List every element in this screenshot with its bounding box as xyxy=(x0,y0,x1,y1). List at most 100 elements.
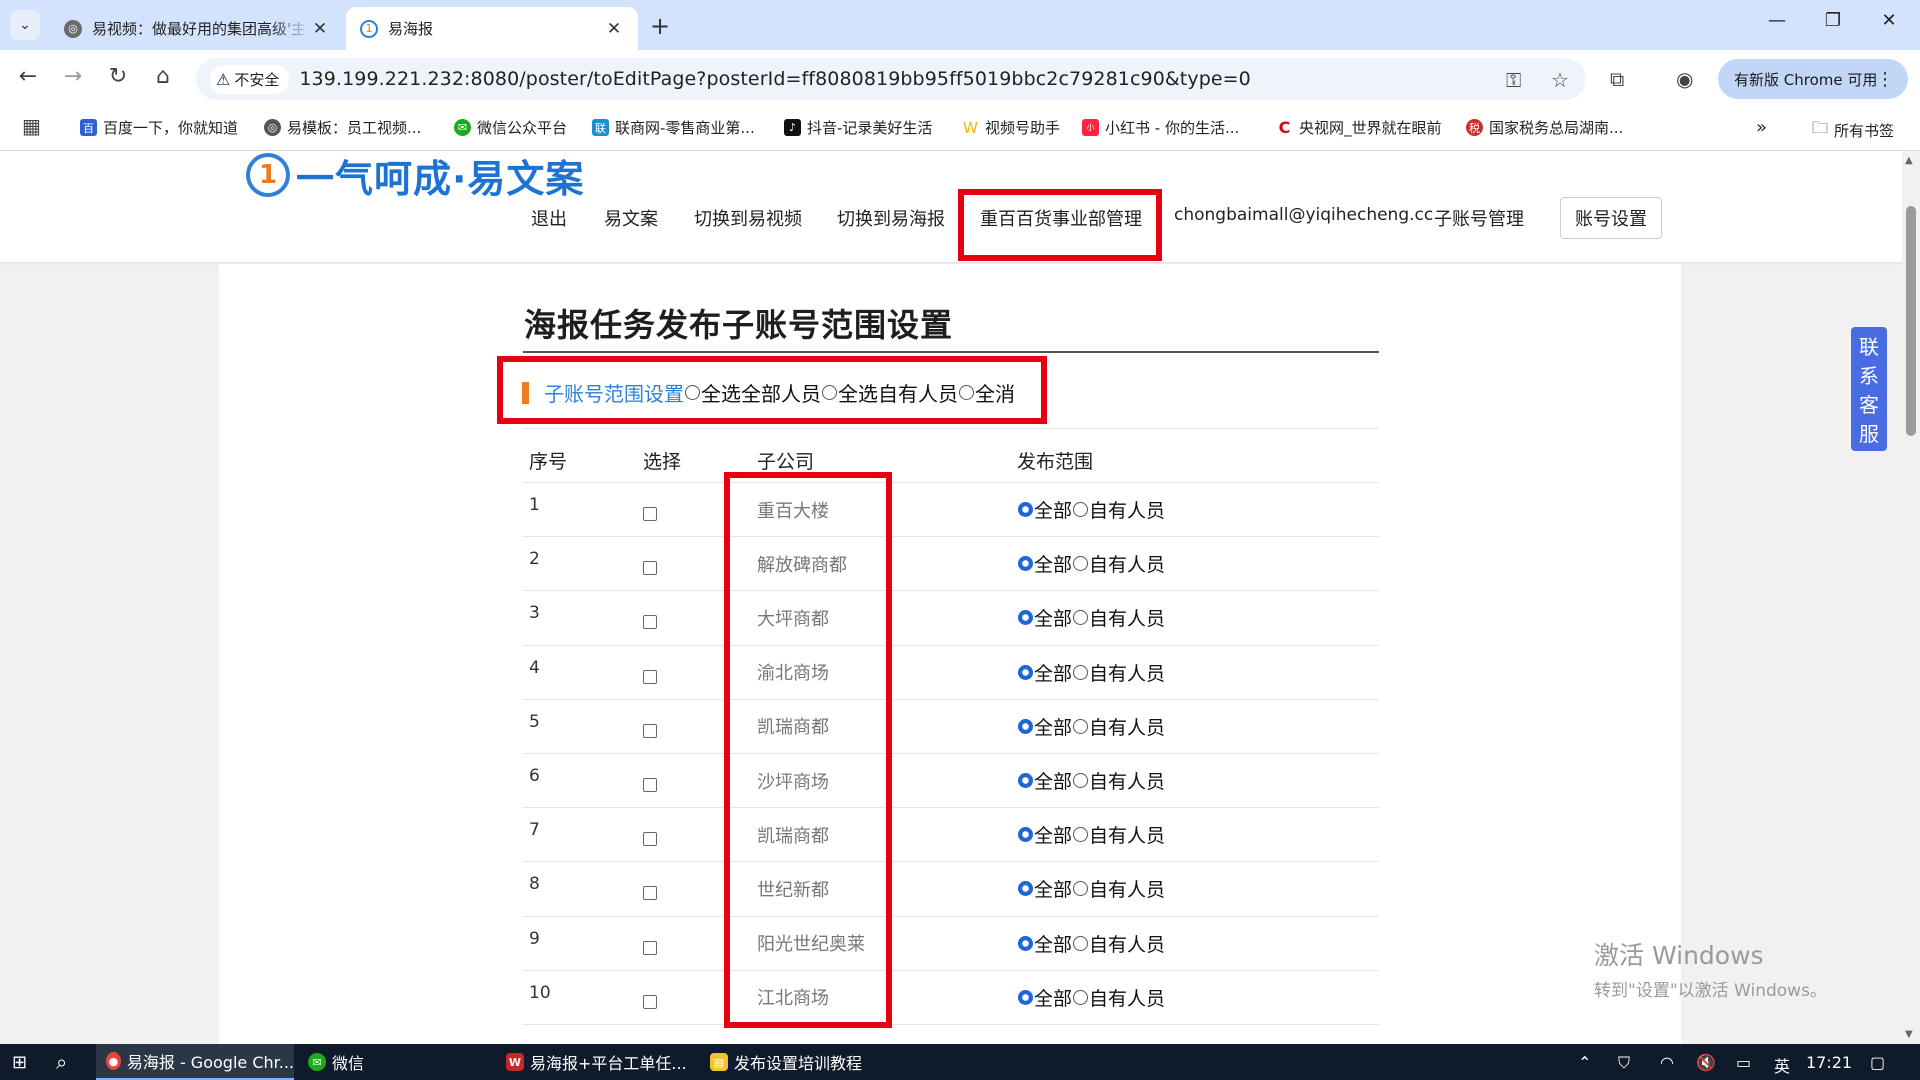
scope-option-all[interactable]: 全部 xyxy=(1017,713,1072,740)
scope-option-all[interactable]: 全部 xyxy=(1017,496,1072,523)
forward-icon[interactable]: → xyxy=(58,64,88,89)
notification-icon[interactable]: ▢ xyxy=(1870,1053,1885,1072)
radio-icon[interactable] xyxy=(1018,881,1033,897)
radio-icon[interactable] xyxy=(1073,502,1089,518)
row-checkbox[interactable] xyxy=(643,723,657,738)
row-checkbox[interactable] xyxy=(643,778,657,793)
page-scrollbar[interactable]: ▲ ▼ xyxy=(1902,151,1920,1044)
scope-option-all[interactable]: 全部 xyxy=(1017,767,1072,794)
account-settings-button[interactable]: 账号设置 xyxy=(1560,197,1662,239)
radio-icon[interactable] xyxy=(685,385,700,400)
maximize-button[interactable]: ❐ xyxy=(1818,10,1848,31)
tab-yishipin[interactable]: ◎ 易视频：做最好用的集团高级'主 ✕ xyxy=(50,7,344,50)
scope-option-own[interactable]: 自有人员 xyxy=(1072,496,1165,523)
nav-account-email[interactable]: chongbaimall@yiqihecheng.cc xyxy=(1174,205,1433,235)
scope-option-own[interactable]: 自有人员 xyxy=(1072,767,1165,794)
radio-icon[interactable] xyxy=(1073,881,1089,897)
nav-subaccount-management[interactable]: 子账号管理 xyxy=(1434,205,1524,235)
close-window-button[interactable]: ✕ xyxy=(1874,10,1904,31)
scope-option-all[interactable]: 全部 xyxy=(1017,659,1072,686)
clock[interactable]: 17:21 xyxy=(1806,1053,1852,1072)
new-tab-button[interactable]: + xyxy=(650,12,670,40)
nav-logout[interactable]: 退出 xyxy=(531,205,567,235)
radio-icon[interactable] xyxy=(1073,989,1089,1005)
radio-icon[interactable] xyxy=(1073,664,1089,680)
row-checkbox[interactable] xyxy=(643,940,657,955)
radio-icon[interactable] xyxy=(1073,556,1089,572)
row-checkbox[interactable] xyxy=(643,669,657,684)
radio-icon[interactable] xyxy=(959,385,974,400)
nav-department-management[interactable]: 重百百货事业部管理 xyxy=(958,189,1162,261)
bookmark-item[interactable]: ✉ 微信公众平台 xyxy=(454,117,567,138)
scope-option-own[interactable]: 自有人员 xyxy=(1072,984,1165,1011)
more-bookmarks-button[interactable]: » xyxy=(1756,117,1767,138)
bookmark-item[interactable]: 税国家税务总局湖南... xyxy=(1466,117,1623,138)
select-all-all-staff[interactable]: 全选全部人员 xyxy=(684,378,821,407)
taskbar-item-wechat[interactable]: ✉ 微信 xyxy=(298,1044,488,1080)
url-text[interactable]: 139.199.221.232:8080/poster/toEditPage?p… xyxy=(299,68,1251,90)
scope-option-own[interactable]: 自有人员 xyxy=(1072,875,1165,902)
address-bar[interactable]: ⚠ 不安全 139.199.221.232:8080/poster/toEditP… xyxy=(196,58,1586,100)
search-icon[interactable]: ⌕ xyxy=(56,1050,67,1074)
minimize-button[interactable]: — xyxy=(1762,10,1792,31)
scroll-up-icon[interactable]: ▲ xyxy=(1905,155,1913,166)
scope-option-own[interactable]: 自有人员 xyxy=(1072,604,1165,631)
bookmark-item[interactable]: 小小红书 - 你的生活... xyxy=(1082,117,1239,138)
radio-icon[interactable] xyxy=(1018,556,1033,572)
row-checkbox[interactable] xyxy=(643,615,657,630)
scope-option-own[interactable]: 自有人员 xyxy=(1072,659,1165,686)
tab-search-button[interactable]: ⌄ xyxy=(10,10,40,40)
radio-icon[interactable] xyxy=(1018,773,1033,789)
taskbar-item-wps[interactable]: W 易海报+平台工单任... xyxy=(496,1044,694,1080)
scope-option-own[interactable]: 自有人员 xyxy=(1072,821,1165,848)
bookmark-item[interactable]: 百百度一下，你就知道 xyxy=(80,117,238,138)
windows-start-icon[interactable]: ⊞ xyxy=(12,1052,27,1073)
row-checkbox[interactable] xyxy=(643,561,657,576)
scope-option-all[interactable]: 全部 xyxy=(1017,930,1072,957)
apps-grid-icon[interactable]: ▦ xyxy=(22,114,41,138)
chrome-update-button[interactable]: 有新版 Chrome 可用 ⋮ xyxy=(1718,59,1908,99)
home-icon[interactable]: ⌂ xyxy=(148,64,178,89)
radio-icon[interactable] xyxy=(1073,827,1089,843)
select-all-own-staff[interactable]: 全选自有人员 xyxy=(821,378,958,407)
menu-dots-icon[interactable]: ⋮ xyxy=(1876,69,1894,90)
row-checkbox[interactable] xyxy=(643,832,657,847)
radio-icon[interactable] xyxy=(1073,610,1089,626)
scope-option-own[interactable]: 自有人员 xyxy=(1072,550,1165,577)
network-icon[interactable]: ◠ xyxy=(1660,1053,1674,1072)
radio-icon[interactable] xyxy=(1018,610,1033,626)
radio-icon[interactable] xyxy=(1073,718,1089,734)
scope-option-all[interactable]: 全部 xyxy=(1017,984,1072,1011)
password-key-icon[interactable]: ⚿ xyxy=(1506,68,1521,92)
scope-option-own[interactable]: 自有人员 xyxy=(1072,713,1165,740)
scope-option-all[interactable]: 全部 xyxy=(1017,821,1072,848)
scope-option-all[interactable]: 全部 xyxy=(1017,604,1072,631)
bookmark-item[interactable]: 联联商网-零售商业第... xyxy=(592,117,755,138)
tray-chevron-icon[interactable]: ⌃ xyxy=(1578,1053,1591,1072)
tab-yihaibao[interactable]: 1 易海报 ✕ xyxy=(346,7,638,50)
scope-option-own[interactable]: 自有人员 xyxy=(1072,930,1165,957)
extensions-icon[interactable]: ⧉ xyxy=(1610,67,1624,91)
section-label-link[interactable]: 子账号范围设置 xyxy=(544,378,684,407)
close-icon[interactable]: ✕ xyxy=(604,19,624,39)
bookmark-star-icon[interactable]: ☆ xyxy=(1551,68,1569,92)
radio-icon[interactable] xyxy=(1018,989,1033,1005)
radio-icon[interactable] xyxy=(1073,773,1089,789)
bookmark-item[interactable]: C 央视网_世界就在眼前 xyxy=(1276,117,1442,138)
security-chip[interactable]: ⚠ 不安全 xyxy=(210,64,290,94)
site-logo[interactable]: 1 一气呵成·易文案 xyxy=(246,151,584,201)
radio-icon[interactable] xyxy=(1018,935,1033,951)
taskbar-item-doc[interactable]: ▤ 发布设置培训教程 xyxy=(700,1044,890,1080)
radio-icon[interactable] xyxy=(1073,935,1089,951)
scope-option-all[interactable]: 全部 xyxy=(1017,875,1072,902)
bookmark-item[interactable]: W 视频号助手 xyxy=(962,117,1060,138)
contact-service-widget[interactable]: 联 系 客 服 xyxy=(1851,327,1887,451)
deselect-all[interactable]: 全消 xyxy=(958,378,1015,407)
close-icon[interactable]: ✕ xyxy=(310,19,330,39)
radio-icon[interactable] xyxy=(1018,718,1033,734)
nav-switch-yihaibao[interactable]: 切换到易海报 xyxy=(837,205,945,235)
radio-icon[interactable] xyxy=(1018,502,1033,518)
profile-icon[interactable]: ◉ xyxy=(1676,67,1693,91)
scrollbar-thumb[interactable] xyxy=(1906,206,1916,436)
radio-icon[interactable] xyxy=(1018,827,1033,843)
